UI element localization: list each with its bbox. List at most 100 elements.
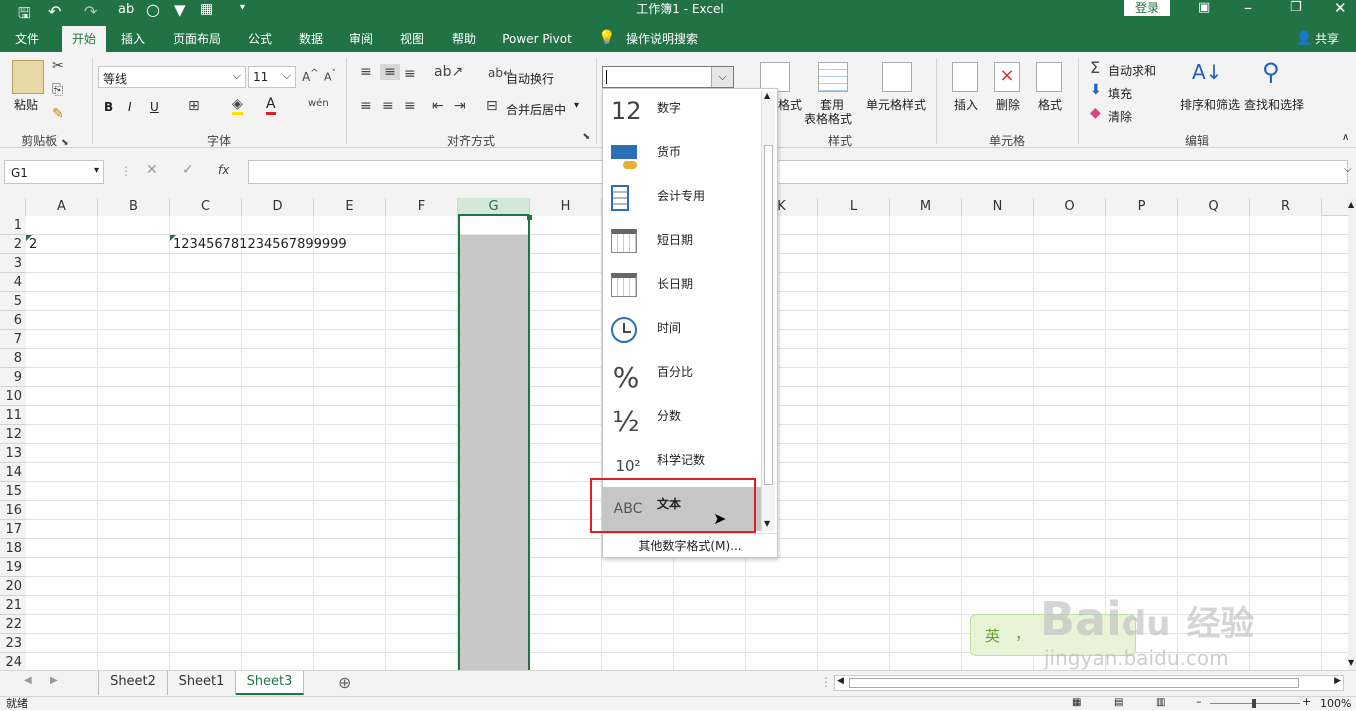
autosum-icon[interactable]: Σ bbox=[1090, 58, 1100, 77]
minimize-icon[interactable]: – bbox=[1244, 0, 1252, 17]
phonetic-icon[interactable]: wén bbox=[308, 98, 329, 109]
column-header-h[interactable]: H bbox=[530, 198, 602, 216]
merge-center-button[interactable]: 合并后居中 bbox=[506, 101, 566, 118]
row-header-21[interactable]: 21 bbox=[0, 596, 26, 615]
row-header-5[interactable]: 5 bbox=[0, 292, 26, 311]
tab-data[interactable]: 数据 bbox=[290, 26, 332, 52]
sheet-tab-sheet2[interactable]: Sheet2 bbox=[98, 671, 168, 695]
cell-styles-button[interactable]: 单元格样式 bbox=[866, 96, 926, 113]
sort-filter-icon[interactable]: A↓ bbox=[1192, 60, 1222, 84]
chevron-down-icon[interactable]: ⌵ bbox=[711, 67, 733, 87]
delete-cells-button[interactable]: 删除 bbox=[996, 96, 1020, 113]
shape-circle-icon[interactable]: ○ bbox=[146, 0, 160, 19]
column-header-f[interactable]: F bbox=[386, 198, 458, 216]
column-header-b[interactable]: B bbox=[98, 198, 170, 216]
undo-icon[interactable]: ↶ bbox=[48, 2, 61, 21]
cell-C2[interactable]: 123456781234567899999 bbox=[170, 235, 370, 254]
insert-cells-button[interactable]: 插入 bbox=[954, 96, 978, 113]
format-cells-icon[interactable] bbox=[1036, 62, 1062, 92]
number-format-input[interactable]: ⌵ bbox=[602, 66, 734, 88]
row-header-19[interactable]: 19 bbox=[0, 558, 26, 577]
row-header-14[interactable]: 14 bbox=[0, 463, 26, 482]
add-sheet-icon[interactable]: ⊕ bbox=[338, 673, 351, 692]
column-header-c[interactable]: C bbox=[170, 198, 242, 216]
row-header-8[interactable]: 8 bbox=[0, 349, 26, 368]
format-option-accounting[interactable]: 会计专用 bbox=[603, 179, 761, 223]
row-header-6[interactable]: 6 bbox=[0, 311, 26, 330]
insert-function-icon[interactable]: fx bbox=[218, 163, 229, 177]
clear-icon[interactable]: ◆ bbox=[1090, 105, 1101, 121]
paste-label[interactable]: 粘贴 bbox=[14, 96, 38, 113]
prev-sheet-icon[interactable]: ◀ bbox=[24, 675, 32, 686]
row-header-13[interactable]: 13 bbox=[0, 444, 26, 463]
next-sheet-icon[interactable]: ▶ bbox=[50, 675, 58, 686]
select-all-corner[interactable] bbox=[0, 198, 26, 216]
format-option-currency[interactable]: 货币 bbox=[603, 135, 761, 179]
login-button[interactable]: 登录 bbox=[1124, 0, 1170, 16]
shrink-font-icon[interactable]: A˅ bbox=[324, 68, 336, 84]
expand-formula-icon[interactable]: ⌵ bbox=[1344, 164, 1352, 175]
format-option-long-date[interactable]: 长日期 bbox=[603, 267, 761, 311]
format-option-percent[interactable]: % 百分比 bbox=[603, 355, 761, 399]
align-top-icon[interactable]: ≡ bbox=[360, 64, 372, 80]
sheet-tab-sheet1[interactable]: Sheet1 bbox=[168, 671, 236, 695]
spelling-icon[interactable]: ab bbox=[118, 2, 134, 17]
tab-file[interactable]: 文件 bbox=[6, 26, 48, 52]
column-header-d[interactable]: D bbox=[242, 198, 314, 216]
vertical-scrollbar[interactable]: ▲ ▼ bbox=[1348, 198, 1356, 670]
align-left-icon[interactable]: ≡ bbox=[360, 98, 372, 114]
font-color-icon[interactable]: A bbox=[266, 96, 276, 115]
zoom-slider[interactable] bbox=[1210, 699, 1300, 708]
horizontal-scrollbar[interactable]: ◀ ▶ bbox=[834, 675, 1344, 691]
format-as-table-icon[interactable] bbox=[818, 62, 848, 92]
tab-home[interactable]: 开始 bbox=[62, 26, 106, 52]
row-header-17[interactable]: 17 bbox=[0, 520, 26, 539]
align-center-icon[interactable]: ≡ bbox=[382, 98, 394, 114]
underline-button[interactable]: U bbox=[150, 100, 159, 114]
wrap-text-button[interactable]: 自动换行 bbox=[506, 70, 554, 87]
tab-power-pivot[interactable]: Power Pivot bbox=[496, 26, 578, 52]
autosum-button[interactable]: 自动求和 bbox=[1108, 62, 1156, 79]
page-layout-view-icon[interactable]: ▤ bbox=[1114, 697, 1123, 708]
column-header-o[interactable]: O bbox=[1034, 198, 1106, 216]
row-header-16[interactable]: 16 bbox=[0, 501, 26, 520]
find-select-button[interactable]: 查找和选择 bbox=[1244, 96, 1304, 113]
zoom-in-icon[interactable]: + bbox=[1302, 695, 1311, 708]
row-header-12[interactable]: 12 bbox=[0, 425, 26, 444]
border-icon[interactable]: ⊞ bbox=[188, 98, 200, 114]
increase-indent-icon[interactable]: ⇥ bbox=[454, 98, 466, 114]
column-header-n[interactable]: N bbox=[962, 198, 1034, 216]
more-number-formats[interactable]: 其他数字格式(M)... bbox=[603, 537, 777, 554]
tab-review[interactable]: 审阅 bbox=[340, 26, 382, 52]
cancel-icon[interactable]: ✕ bbox=[146, 162, 158, 178]
column-header-p[interactable]: P bbox=[1106, 198, 1178, 216]
grow-font-icon[interactable]: A^ bbox=[302, 68, 319, 84]
row-header-11[interactable]: 11 bbox=[0, 406, 26, 425]
clear-button[interactable]: 清除 bbox=[1108, 108, 1132, 125]
selected-column[interactable] bbox=[458, 215, 532, 670]
ribbon-display-icon[interactable]: ▣ bbox=[1198, 0, 1210, 15]
find-icon[interactable]: ⚲ bbox=[1262, 58, 1280, 86]
delete-cells-icon[interactable]: × bbox=[994, 62, 1020, 92]
italic-button[interactable]: I bbox=[128, 100, 132, 114]
chevron-down-icon[interactable]: ▾ bbox=[574, 100, 579, 111]
redo-icon[interactable]: ↷ bbox=[84, 2, 97, 21]
row-header-22[interactable]: 22 bbox=[0, 615, 26, 634]
dropdown-scrollbar[interactable]: ▲ ▼ bbox=[761, 91, 775, 531]
format-cells-button[interactable]: 格式 bbox=[1038, 96, 1062, 113]
collapse-ribbon-icon[interactable]: ∧ bbox=[1342, 132, 1349, 143]
font-name-select[interactable]: 等线 ⌵ bbox=[98, 66, 246, 88]
format-painter-icon[interactable]: ✎ bbox=[52, 106, 64, 122]
column-header-g[interactable]: G bbox=[458, 198, 530, 216]
conditional-format-button[interactable]: 格式 bbox=[778, 96, 802, 113]
tell-me-search[interactable]: 操作说明搜索 bbox=[622, 26, 702, 52]
row-header-10[interactable]: 10 bbox=[0, 387, 26, 406]
row-header-18[interactable]: 18 bbox=[0, 539, 26, 558]
share-button[interactable]: 共享 bbox=[1310, 26, 1344, 52]
column-header-e[interactable]: E bbox=[314, 198, 386, 216]
tab-insert[interactable]: 插入 bbox=[112, 26, 154, 52]
column-header-q[interactable]: Q bbox=[1178, 198, 1250, 216]
align-middle-icon[interactable]: ≡ bbox=[380, 64, 400, 80]
fill-handle[interactable] bbox=[527, 215, 532, 220]
cell-A2[interactable]: 2 bbox=[26, 235, 98, 254]
